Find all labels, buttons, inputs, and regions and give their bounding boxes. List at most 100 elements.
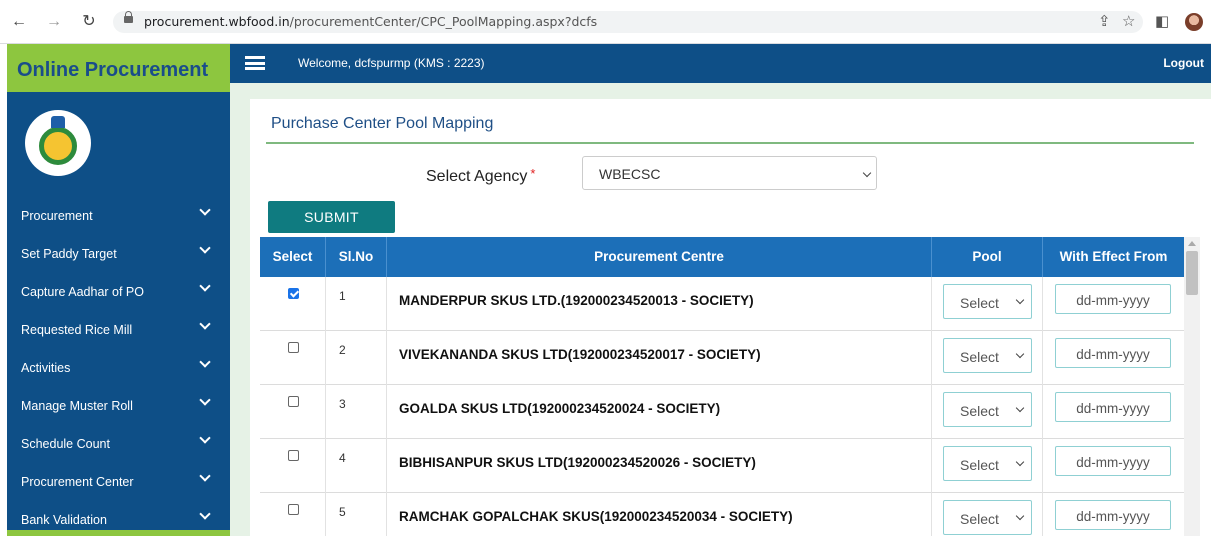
header-slno: Sl.No bbox=[326, 237, 387, 277]
url-host: procurement.wbfood.in bbox=[144, 14, 290, 29]
pool-select-value: Select bbox=[960, 403, 999, 419]
pool-select[interactable]: Select bbox=[943, 284, 1032, 319]
row-centre-name: VIVEKANANDA SKUS LTD(192000234520017 - S… bbox=[399, 347, 761, 362]
chevron-down-icon bbox=[199, 280, 211, 292]
row-slno: 1 bbox=[339, 289, 346, 303]
sidebar-item-activities[interactable]: Activities bbox=[7, 349, 230, 387]
chevron-down-icon bbox=[199, 356, 211, 368]
table-row: 1 MANDERPUR SKUS LTD.(192000234520013 - … bbox=[260, 277, 1184, 331]
pool-select[interactable]: Select bbox=[943, 500, 1032, 535]
pool-select[interactable]: Select bbox=[943, 392, 1032, 427]
sidebar-item-label: Schedule Count bbox=[21, 437, 110, 451]
row-checkbox[interactable] bbox=[288, 450, 299, 461]
sidebar-item-label: Activities bbox=[21, 361, 71, 375]
scroll-up-arrow-icon[interactable] bbox=[1188, 241, 1196, 246]
chevron-down-icon bbox=[1015, 457, 1025, 467]
sidebar-item-set-paddy-target[interactable]: Set Paddy Target bbox=[7, 235, 230, 273]
agency-select-value: WBECSC bbox=[599, 166, 661, 182]
row-checkbox[interactable] bbox=[288, 288, 299, 299]
bookmark-star-icon[interactable]: ☆ bbox=[1122, 13, 1135, 31]
date-placeholder: dd-mm-yyyy bbox=[1076, 401, 1150, 416]
agency-label-text: Select Agency bbox=[426, 168, 528, 185]
chevron-down-icon bbox=[199, 470, 211, 482]
agency-label: Select Agency * bbox=[426, 166, 535, 186]
side-panel-icon[interactable]: ◧ bbox=[1155, 13, 1169, 31]
sidebar-item-requested-rice-mill[interactable]: Requested Rice Mill bbox=[7, 311, 230, 349]
table-row: 2 VIVEKANANDA SKUS LTD(192000234520017 -… bbox=[260, 331, 1184, 385]
effect-date-input[interactable]: dd-mm-yyyy bbox=[1055, 392, 1171, 422]
chevron-down-icon bbox=[1015, 349, 1025, 359]
date-placeholder: dd-mm-yyyy bbox=[1076, 455, 1150, 470]
browser-toolbar: ← → ↻ procurement.wbfood.in/procurementC… bbox=[0, 0, 1211, 44]
chevron-down-icon bbox=[199, 394, 211, 406]
table-row: 5 RAMCHAK GOPALCHAK SKUS(192000234520034… bbox=[260, 493, 1184, 536]
brand-header: Online Procurement bbox=[7, 44, 230, 92]
row-checkbox[interactable] bbox=[288, 396, 299, 407]
back-arrow-icon[interactable]: ← bbox=[10, 13, 28, 31]
date-placeholder: dd-mm-yyyy bbox=[1076, 509, 1150, 524]
sidebar-item-manage-muster-roll[interactable]: Manage Muster Roll bbox=[7, 387, 230, 425]
row-centre-name: GOALDA SKUS LTD(192000234520024 - SOCIET… bbox=[399, 401, 721, 416]
date-placeholder: dd-mm-yyyy bbox=[1076, 293, 1150, 308]
row-slno: 4 bbox=[339, 451, 346, 465]
pool-select[interactable]: Select bbox=[943, 446, 1032, 481]
sidebar-item-label: Capture Aadhar of PO bbox=[21, 285, 144, 299]
sidebar-item-capture-aadhar[interactable]: Capture Aadhar of PO bbox=[7, 273, 230, 311]
sidebar-menu: Procurement Set Paddy Target Capture Aad… bbox=[7, 197, 230, 536]
sidebar-footer-strip bbox=[7, 530, 230, 536]
chevron-down-icon bbox=[199, 432, 211, 444]
effect-date-input[interactable]: dd-mm-yyyy bbox=[1055, 446, 1171, 476]
header-procurement-centre: Procurement Centre bbox=[387, 237, 932, 277]
url-text: procurement.wbfood.in/procurementCenter/… bbox=[144, 14, 597, 29]
agency-select[interactable]: WBECSC bbox=[582, 156, 877, 190]
brand-title: Online Procurement bbox=[17, 59, 209, 81]
profile-avatar[interactable] bbox=[1185, 13, 1203, 31]
top-header: Welcome, dcfspurmp (KMS : 2223) Logout bbox=[230, 44, 1211, 83]
chevron-down-icon bbox=[199, 242, 211, 254]
pool-select[interactable]: Select bbox=[943, 338, 1032, 373]
scrollbar-thumb[interactable] bbox=[1186, 251, 1198, 295]
address-bar[interactable]: procurement.wbfood.in/procurementCenter/… bbox=[113, 11, 1143, 33]
header-pool: Pool bbox=[932, 237, 1043, 277]
table-row: 4 BIBHISANPUR SKUS LTD(192000234520026 -… bbox=[260, 439, 1184, 493]
sidebar-item-label: Manage Muster Roll bbox=[21, 399, 133, 413]
chevron-down-icon bbox=[199, 508, 211, 520]
title-divider bbox=[266, 142, 1194, 144]
chevron-down-icon bbox=[862, 168, 872, 178]
share-icon[interactable]: ⇪ bbox=[1098, 13, 1111, 31]
submit-button[interactable]: SUBMIT bbox=[268, 201, 395, 233]
sidebar-item-label: Procurement Center bbox=[21, 475, 134, 489]
sidebar-item-label: Set Paddy Target bbox=[21, 247, 117, 261]
reload-icon[interactable]: ↻ bbox=[80, 13, 98, 31]
row-centre-name: RAMCHAK GOPALCHAK SKUS(192000234520034 -… bbox=[399, 509, 793, 524]
pool-select-value: Select bbox=[960, 295, 999, 311]
row-slno: 3 bbox=[339, 397, 346, 411]
effect-date-input[interactable]: dd-mm-yyyy bbox=[1055, 338, 1171, 368]
hamburger-menu-icon[interactable] bbox=[245, 56, 265, 70]
row-checkbox[interactable] bbox=[288, 342, 299, 353]
sidebar-item-label: Requested Rice Mill bbox=[21, 323, 133, 337]
pool-mapping-table: Select Sl.No Procurement Centre Pool Wit… bbox=[260, 237, 1184, 536]
row-centre-name: MANDERPUR SKUS LTD.(192000234520013 - SO… bbox=[399, 293, 754, 308]
sidebar-item-procurement-center[interactable]: Procurement Center bbox=[7, 463, 230, 501]
effect-date-input[interactable]: dd-mm-yyyy bbox=[1055, 500, 1171, 530]
pool-select-value: Select bbox=[960, 511, 999, 527]
chevron-down-icon bbox=[1015, 403, 1025, 413]
page-title: Purchase Center Pool Mapping bbox=[271, 115, 494, 132]
row-checkbox[interactable] bbox=[288, 504, 299, 515]
pool-select-value: Select bbox=[960, 349, 999, 365]
lock-icon bbox=[124, 11, 133, 23]
chevron-down-icon bbox=[199, 318, 211, 330]
state-emblem-logo bbox=[25, 110, 91, 176]
table-header: Select Sl.No Procurement Centre Pool Wit… bbox=[260, 237, 1184, 277]
pool-select-value: Select bbox=[960, 457, 999, 473]
forward-arrow-icon[interactable]: → bbox=[45, 13, 63, 31]
logout-link[interactable]: Logout bbox=[1163, 56, 1204, 70]
sidebar-item-schedule-count[interactable]: Schedule Count bbox=[7, 425, 230, 463]
effect-date-input[interactable]: dd-mm-yyyy bbox=[1055, 284, 1171, 314]
header-select: Select bbox=[260, 237, 326, 277]
required-asterisk: * bbox=[530, 166, 536, 181]
sidebar-item-procurement[interactable]: Procurement bbox=[7, 197, 230, 235]
table-scrollbar[interactable] bbox=[1184, 237, 1200, 536]
url-path: /procurementCenter/CPC_PoolMapping.aspx?… bbox=[289, 14, 598, 29]
